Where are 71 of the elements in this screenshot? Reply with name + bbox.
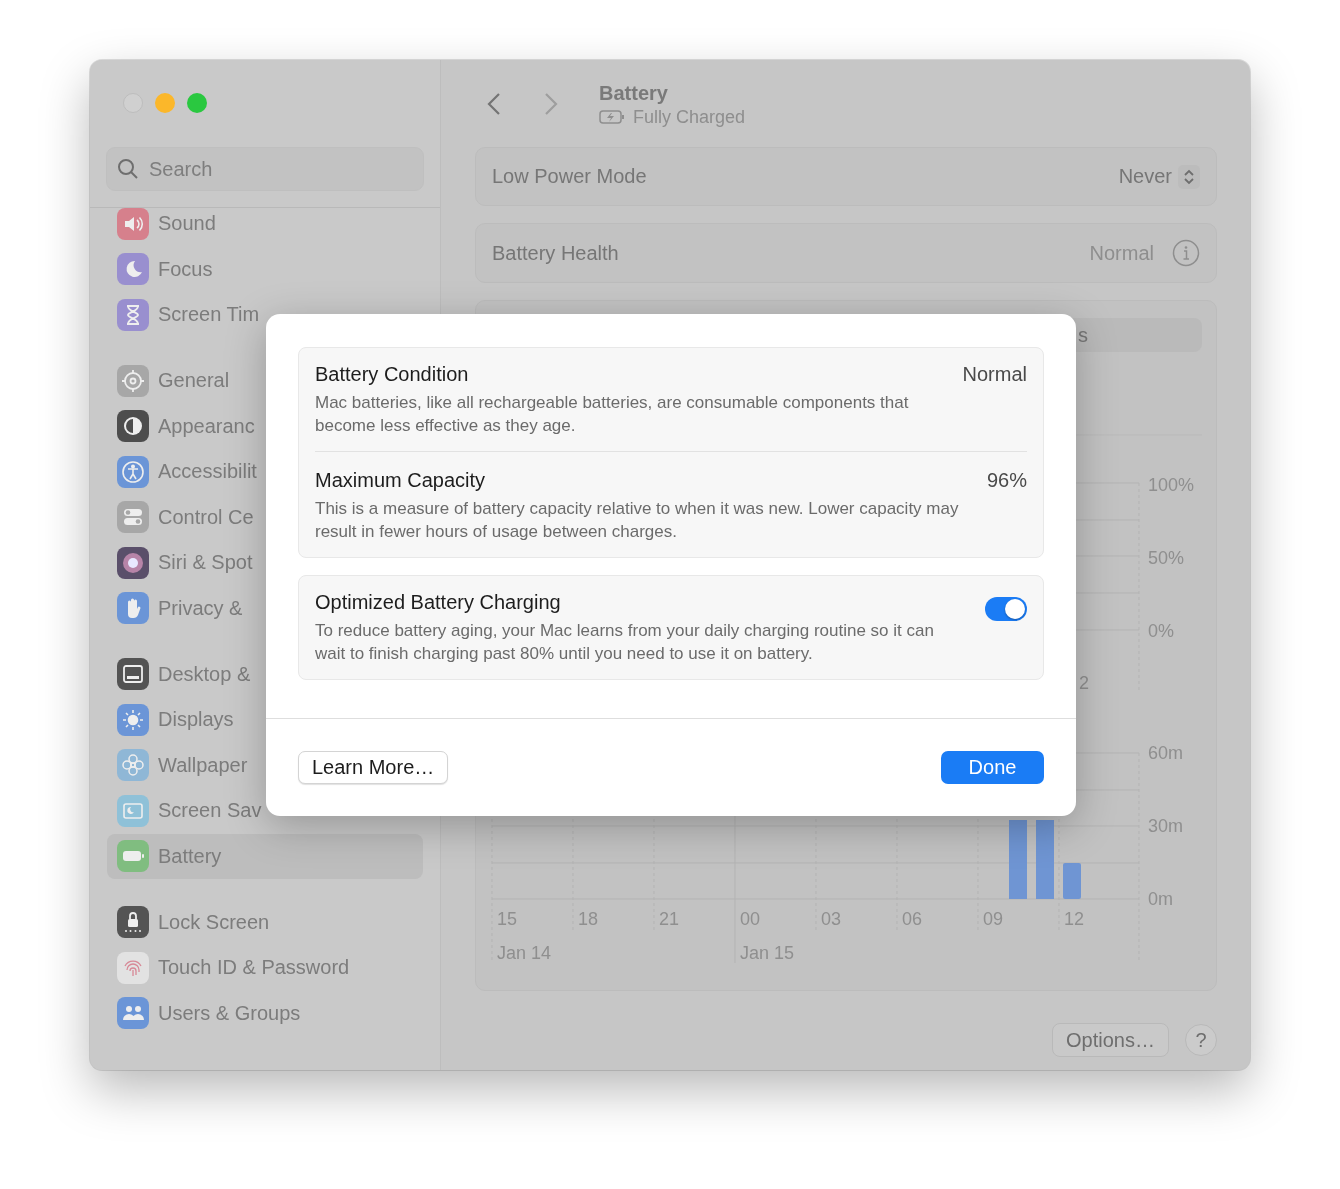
sidebar-item-label: Wallpaper xyxy=(158,753,248,777)
sidebar-item-label: Users & Groups xyxy=(158,1001,301,1025)
sidebar-item[interactable]: Battery xyxy=(107,833,423,879)
sidebar-item-label: Screen Tim xyxy=(158,303,260,327)
sidebar-item[interactable]: Screen Sav xyxy=(107,788,423,834)
back-icon[interactable] xyxy=(487,91,501,116)
row-value: Normal xyxy=(962,363,1027,387)
minimize-button[interactable] xyxy=(155,93,175,113)
sidebar-item-label: Touch ID & Password xyxy=(158,956,350,980)
sidebar-item-label: Screen Sav xyxy=(158,799,262,823)
sidebar-item-label: Privacy & xyxy=(158,596,243,620)
info-icon[interactable] xyxy=(1172,239,1200,267)
toggle-switch[interactable] xyxy=(985,597,1027,621)
setting-label: Low Power Mode xyxy=(492,165,648,188)
sidebar-item[interactable]: Sound xyxy=(107,201,423,247)
sidebar-item[interactable]: Users & Groups xyxy=(107,990,423,1036)
speaker-icon xyxy=(117,207,149,240)
sidebar-item-label: Accessibilit xyxy=(158,460,257,484)
sidebar-item-label: General xyxy=(158,369,230,393)
orb-icon xyxy=(117,546,149,579)
sidebar-item[interactable]: Screen Tim xyxy=(107,292,423,338)
sun-icon xyxy=(117,703,149,736)
row-description: To reduce battery aging, your Mac learns from your daily charging routine so it can wait to finish charging past 80% until you need to use it on battery. xyxy=(315,620,935,665)
battery-icon xyxy=(117,840,149,873)
row-title: Optimized Battery Charging xyxy=(315,591,562,614)
page-title: Battery xyxy=(599,81,669,105)
accessibility-icon xyxy=(117,455,149,488)
flower-icon xyxy=(117,749,149,782)
learn-more-button[interactable]: Learn More… xyxy=(298,751,449,784)
sidebar-item[interactable]: Displays xyxy=(107,697,423,743)
search-icon xyxy=(117,158,139,180)
row-title: Maximum Capacity xyxy=(315,469,487,492)
fingerprint-icon xyxy=(117,951,149,984)
sidebar-item-label: Sound xyxy=(158,212,216,236)
sidebar-item-label: Control Ce xyxy=(158,505,254,529)
row-description: Mac batteries, like all rechargeable batteries, are consumable components that become less effective as they age. xyxy=(315,392,910,437)
options-button[interactable]: Options… xyxy=(1052,1023,1169,1057)
forward-icon[interactable] xyxy=(544,91,558,116)
switches-icon xyxy=(117,501,149,534)
sidebar-item-label: Desktop & xyxy=(158,662,251,686)
row-value: 96% xyxy=(986,469,1027,493)
hand-icon xyxy=(117,592,149,625)
lock-icon xyxy=(117,906,149,939)
sidebar-item[interactable]: Siri & Spot xyxy=(107,540,423,586)
desktop-icon xyxy=(117,658,149,691)
setting-label: Battery Health xyxy=(492,241,620,265)
row-title: Battery Condition xyxy=(315,363,470,386)
sidebar-item-label: Focus xyxy=(158,257,213,281)
sidebar-item-label: Appearanc xyxy=(158,414,255,438)
people-icon xyxy=(117,997,149,1030)
search-field[interactable]: Search xyxy=(149,157,409,181)
screen-saver-icon xyxy=(117,794,149,827)
row-description: This is a measure of battery capacity relative to when it was new. Lower capacity may result in fewer hours of usage between charges. xyxy=(315,498,960,543)
sidebar-item-label: Battery xyxy=(158,844,222,868)
sidebar-item[interactable]: Touch ID & Password xyxy=(107,945,423,991)
sidebar-item-label: Siri & Spot xyxy=(158,551,253,575)
sidebar-item[interactable]: Lock Screen xyxy=(107,899,423,945)
battery-icon xyxy=(599,110,625,124)
usage-bar xyxy=(1063,863,1081,899)
stepper-icon[interactable] xyxy=(1178,164,1200,189)
sidebar-item[interactable]: Focus xyxy=(107,246,423,292)
popup-value[interactable]: Never xyxy=(1118,165,1172,188)
search-bar[interactable]: Search xyxy=(106,147,424,191)
sidebar-item-label: Lock Screen xyxy=(158,910,270,934)
page-subtitle: Fully Charged xyxy=(633,106,746,128)
done-button[interactable]: Done xyxy=(941,751,1044,784)
hourglass-icon xyxy=(117,298,149,331)
sidebar-item-label: Displays xyxy=(158,708,234,732)
moon-icon xyxy=(117,253,149,286)
zoom-button[interactable] xyxy=(187,93,207,113)
help-button[interactable]: ? xyxy=(1185,1024,1217,1056)
